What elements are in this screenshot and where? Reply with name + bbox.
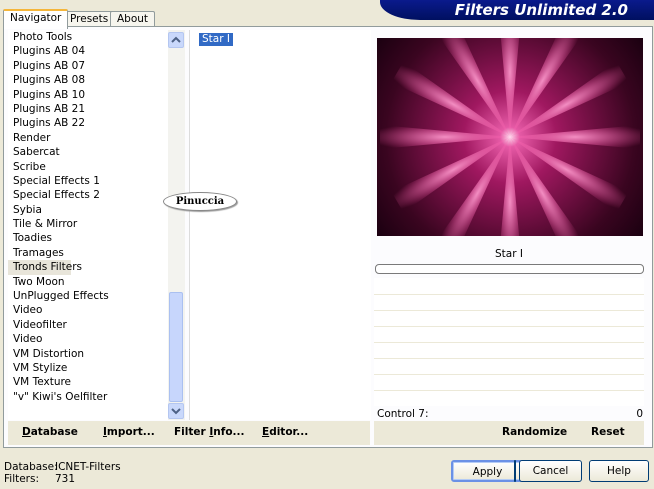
category-item[interactable]: Sybia [8, 203, 168, 217]
preview-filter-name: Star I [495, 248, 523, 260]
database-value: ICNET-Filters [55, 461, 121, 473]
category-item[interactable]: Scribe [8, 160, 168, 174]
category-item[interactable]: Tile & Mirror [8, 217, 168, 231]
cancel-button[interactable]: Cancel [519, 460, 582, 482]
category-item[interactable]: Render [8, 131, 168, 145]
category-item[interactable]: Plugins AB 22 [8, 116, 168, 130]
category-item[interactable]: Plugins AB 08 [8, 73, 168, 87]
filter-controls-area [374, 278, 644, 406]
filters-count: 731 [55, 473, 76, 485]
filter-item-star-i[interactable]: Star I [199, 33, 233, 46]
reset-button[interactable]: Reset [591, 426, 625, 438]
import-button[interactable]: Import... [103, 426, 155, 438]
preview-progress-bar [375, 264, 644, 274]
control-7-row[interactable]: Control 7: 0 [377, 408, 645, 420]
filter-preview-image [377, 38, 643, 236]
tab-navigator[interactable]: Navigator [3, 9, 69, 29]
database-label: Database: [4, 461, 58, 473]
tab-about[interactable]: About [110, 11, 156, 27]
filters-label: Filters: [4, 473, 40, 485]
category-item[interactable]: Photo Tools [8, 30, 168, 44]
scroll-thumb[interactable] [169, 292, 183, 402]
control-divider [374, 374, 644, 375]
filter-list[interactable]: Star I [189, 30, 371, 420]
category-item[interactable]: "v" Kiwi's Oelfilter [8, 390, 168, 404]
app-title-banner: Filters Unlimited 2.0 [380, 0, 654, 20]
chevron-down-icon [171, 408, 181, 415]
control-7-label: Control 7: [377, 408, 429, 420]
category-item[interactable]: Plugins AB 07 [8, 59, 168, 73]
watermark-badge: Pinuccia [163, 192, 237, 211]
editor-button[interactable]: Editor... [262, 426, 308, 438]
scroll-down-button[interactable] [168, 403, 184, 419]
category-scrollbar[interactable] [168, 30, 185, 420]
category-item[interactable]: Sabercat [8, 145, 168, 159]
category-item[interactable]: Videofilter [8, 318, 168, 332]
category-item[interactable]: VM Stylize [8, 361, 168, 375]
category-item[interactable]: VM Distortion [8, 347, 168, 361]
filters-status: Filters: 731 [4, 473, 75, 485]
control-divider [374, 390, 644, 391]
control-divider [374, 310, 644, 311]
filter-info-button[interactable]: Filter Info... [174, 426, 245, 438]
category-item[interactable]: UnPlugged Effects [8, 289, 168, 303]
category-item[interactable]: Video [8, 303, 168, 317]
control-7-value: 0 [636, 408, 643, 420]
help-button[interactable]: Help [589, 460, 649, 482]
category-item[interactable]: Special Effects 2 [8, 188, 168, 202]
star-burst-preview [380, 38, 640, 236]
control-divider [374, 358, 644, 359]
category-item[interactable]: VM Texture [8, 375, 168, 389]
category-list[interactable]: Photo Tools Plugins AB 04 Plugins AB 07 Plu… [8, 30, 168, 420]
control-divider [374, 342, 644, 343]
category-item[interactable]: Plugins AB 04 [8, 44, 168, 58]
tab-presets[interactable]: Presets [63, 11, 116, 27]
category-item[interactable]: Plugins AB 10 [8, 88, 168, 102]
chevron-up-icon [171, 36, 181, 43]
scroll-up-button[interactable] [168, 32, 184, 48]
database-button[interactable]: Database [22, 426, 78, 438]
category-item[interactable]: Tronds Filters [8, 260, 82, 275]
category-item[interactable]: Two Moon [8, 275, 168, 289]
control-divider [374, 294, 644, 295]
category-item[interactable]: Toadies [8, 231, 168, 245]
category-item[interactable]: Video [8, 332, 168, 346]
randomize-button[interactable]: Randomize [502, 426, 567, 438]
category-item[interactable]: Tramages [8, 246, 168, 260]
category-item[interactable]: Special Effects 1 [8, 174, 168, 188]
category-item[interactable]: Plugins AB 21 [8, 102, 168, 116]
database-status: Database: ICNET-Filters [4, 461, 121, 473]
control-divider [374, 326, 644, 327]
